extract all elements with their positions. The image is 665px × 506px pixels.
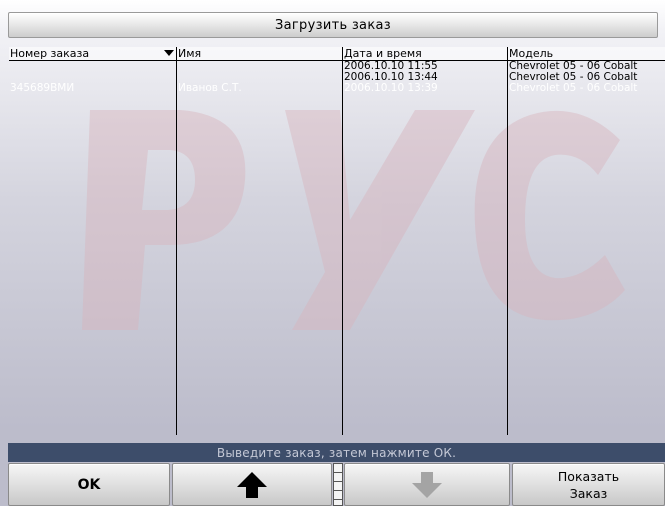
scroll-up-button[interactable]	[172, 463, 332, 506]
show-order-label-line1: Показать	[557, 468, 620, 484]
column-datetime: Дата и время 2006.10.10 11:55 2006.10.10…	[343, 47, 508, 435]
sort-desc-icon	[164, 50, 174, 56]
window-title: Загрузить заказ	[8, 12, 658, 38]
table-cell[interactable]: 2006.10.10 11:55	[343, 61, 507, 72]
column-order-number: Номер заказа 345689ВМИ	[9, 47, 177, 435]
table-cell-selected[interactable]: Иванов С.Т.	[177, 83, 342, 94]
table-cell-selected[interactable]: 2006.10.10 13:39	[343, 83, 507, 94]
header-model[interactable]: Модель	[508, 47, 665, 61]
scroll-down-button[interactable]	[344, 463, 510, 506]
table-cell[interactable]	[177, 61, 342, 72]
table-cell[interactable]: 2006.10.10 13:44	[343, 72, 507, 83]
scroll-segment	[334, 482, 342, 491]
table-cell[interactable]	[177, 72, 342, 83]
scroll-segment	[334, 464, 342, 473]
scroll-segment	[334, 491, 342, 500]
show-order-label-line2: Заказ	[569, 485, 608, 501]
column-model: Модель Chevrolet 05 - 06 Cobalt Chevrole…	[508, 47, 665, 435]
table-cell[interactable]: Chevrolet 05 - 06 Cobalt	[508, 72, 665, 83]
header-name[interactable]: Имя	[177, 47, 342, 61]
scroll-segment	[334, 473, 342, 482]
table-cell-selected[interactable]: Chevrolet 05 - 06 Cobalt	[508, 83, 665, 94]
header-datetime[interactable]: Дата и время	[343, 47, 507, 61]
scroll-indicator[interactable]	[333, 463, 343, 506]
header-order-number[interactable]: Номер заказа	[9, 47, 176, 61]
ok-button-label: OK	[77, 476, 101, 493]
table-cell[interactable]	[9, 61, 176, 72]
arrow-up-icon	[237, 471, 267, 498]
table-cell[interactable]: Chevrolet 05 - 06 Cobalt	[508, 61, 665, 72]
status-message: Выведите заказ, затем нажмите ОК.	[8, 443, 665, 462]
table-cell-selected[interactable]: 345689ВМИ	[9, 83, 176, 94]
ok-button[interactable]: OK	[8, 463, 170, 506]
header-order-number-label: Номер заказа	[10, 47, 90, 60]
arrow-down-icon	[412, 471, 442, 498]
column-name: Имя Иванов С.Т.	[177, 47, 343, 435]
show-order-button[interactable]: Показать Заказ	[512, 463, 665, 506]
orders-table[interactable]: Номер заказа 345689ВМИ Имя Иванов С.Т. Д…	[9, 47, 665, 435]
table-cell[interactable]	[9, 72, 176, 83]
